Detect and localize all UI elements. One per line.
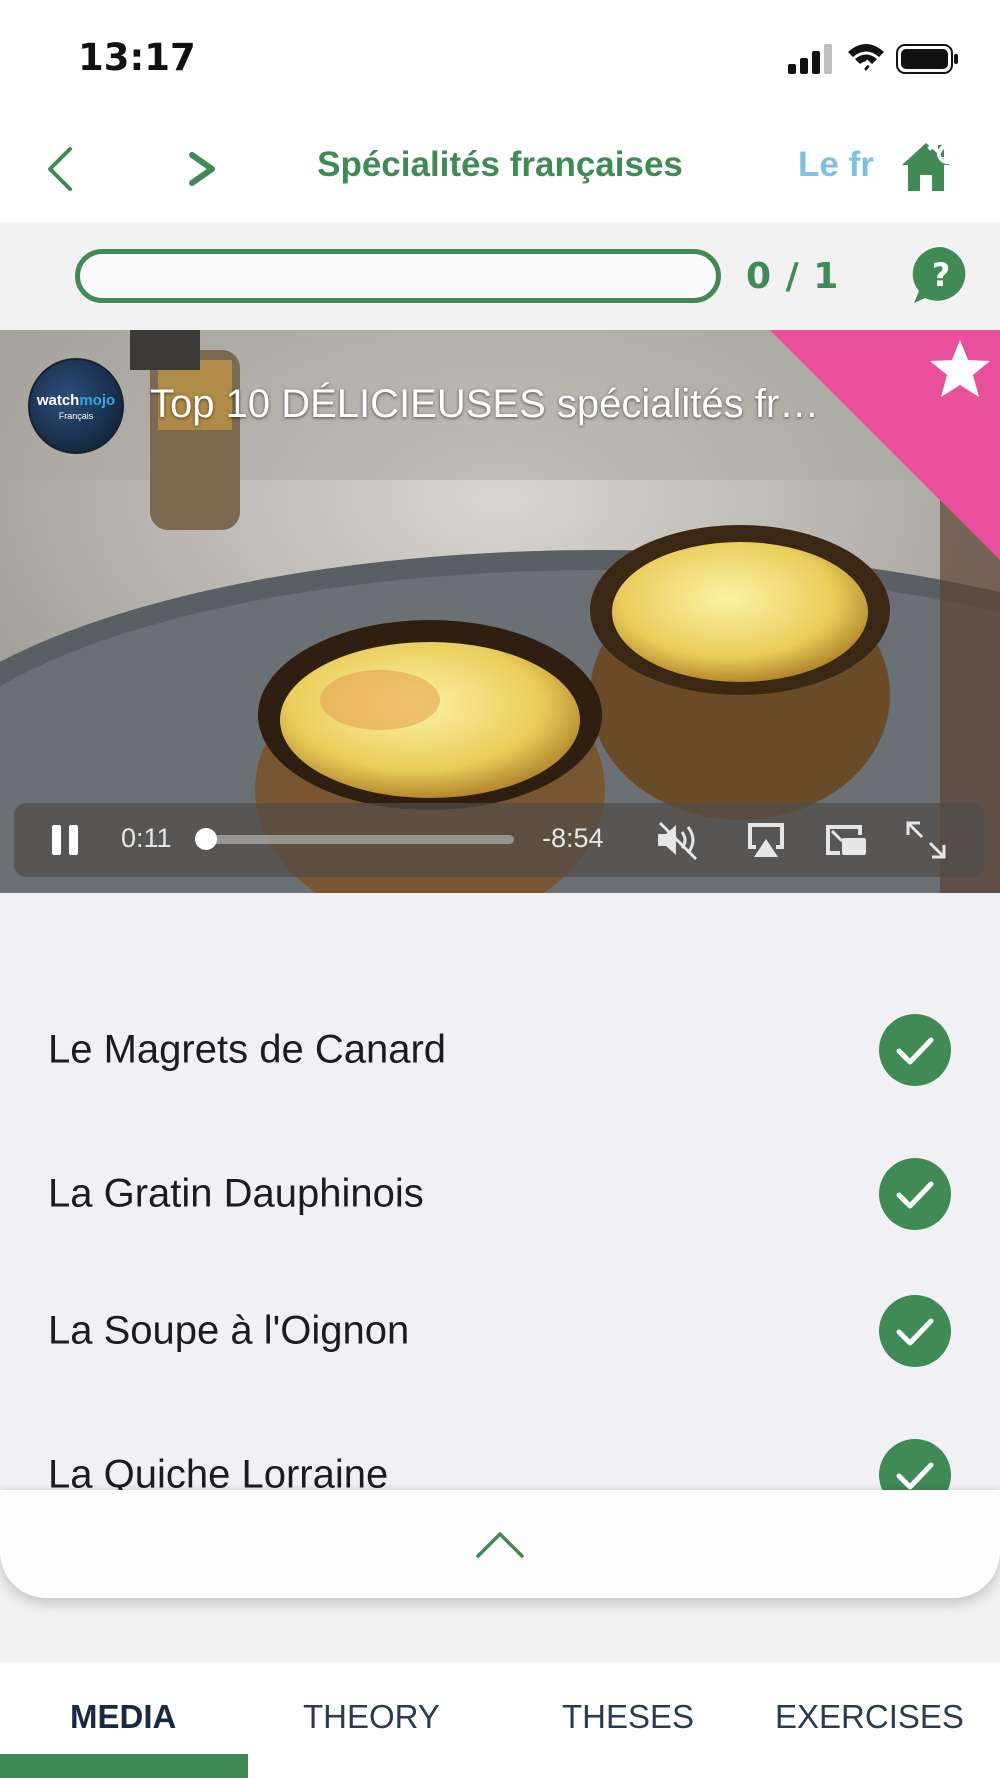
app-screen: 13:17 Spécialités françaises Le fr 0 / 1… <box>0 0 1000 1778</box>
list-item-label: La Quiche Lorraine <box>48 1452 389 1494</box>
bottom-sheet-handle[interactable] <box>0 1490 1000 1598</box>
tab-media[interactable]: MEDIA <box>70 1698 176 1736</box>
chevron-left-icon[interactable] <box>38 139 88 199</box>
svg-text:?: ? <box>932 256 951 294</box>
progress-row: 0 / 1 ? <box>0 222 1000 330</box>
list-item[interactable]: Le Magrets de Canard <box>0 980 1000 1120</box>
fullscreen-icon[interactable] <box>902 819 950 861</box>
pause-icon[interactable] <box>50 823 80 857</box>
cellular-signal-icon <box>788 44 832 74</box>
next-lesson-title: Le fr <box>798 145 874 184</box>
lesson-title: Spécialités françaises <box>317 145 683 184</box>
chevron-right-icon[interactable] <box>178 139 228 199</box>
list-item-label: La Gratin Dauphinois <box>48 1171 424 1216</box>
help-chat-icon[interactable]: ? <box>910 244 972 306</box>
list-item[interactable]: La Soupe à l'Oignon <box>0 1261 1000 1401</box>
lesson-header: Spécialités françaises Le fr <box>0 115 1000 222</box>
check-circle-icon <box>879 1439 951 1493</box>
next-lesson-preview[interactable]: Le fr <box>798 145 878 193</box>
list-item[interactable]: La Gratin Dauphinois <box>0 1124 1000 1264</box>
list-item-label: La Soupe à l'Oignon <box>48 1308 410 1353</box>
battery-icon <box>896 44 958 74</box>
video-scrubber[interactable] <box>195 828 514 850</box>
list-item[interactable]: La Quiche Lorraine <box>0 1405 1000 1493</box>
check-circle-icon <box>879 1158 951 1230</box>
picture-in-picture-icon[interactable] <box>822 819 870 861</box>
muted-speaker-icon[interactable] <box>654 819 702 861</box>
tab-theory[interactable]: THEORY <box>303 1698 440 1736</box>
tab-theses[interactable]: THESES <box>562 1698 694 1736</box>
check-circle-icon <box>879 1014 951 1086</box>
media-item-list: Le Magrets de Canard La Gratin Dauphinoi… <box>0 893 1000 1493</box>
list-item-label: Le Magrets de Canard <box>48 1027 447 1072</box>
channel-logo-subtext: Français <box>58 410 94 421</box>
check-circle-icon <box>879 1295 951 1367</box>
scrubber-handle[interactable] <box>195 828 218 850</box>
airplay-icon[interactable] <box>742 819 790 861</box>
status-bar: 13:17 <box>0 0 1000 115</box>
video-controls: 0:11 -8:54 <box>14 803 984 877</box>
chevron-up-icon[interactable] <box>474 1526 526 1562</box>
active-tab-indicator <box>0 1754 248 1778</box>
star-icon[interactable] <box>928 338 992 400</box>
elapsed-time: 0:11 <box>121 823 172 853</box>
progress-counter: 0 / 1 <box>746 256 840 297</box>
progress-bar <box>75 249 721 303</box>
channel-logo-text: watchmojo <box>36 391 116 409</box>
tab-exercises[interactable]: EXERCISES <box>775 1698 964 1736</box>
video-title[interactable]: Top 10 DÉLICIEUSES spécialités fr… <box>150 382 819 427</box>
status-time: 13:17 <box>78 36 196 79</box>
remaining-time: -8:54 <box>542 823 604 853</box>
channel-logo[interactable]: watchmojo Français <box>28 358 124 454</box>
section-tab-bar: MEDIA THEORY THESES EXERCISES <box>0 1662 1000 1778</box>
